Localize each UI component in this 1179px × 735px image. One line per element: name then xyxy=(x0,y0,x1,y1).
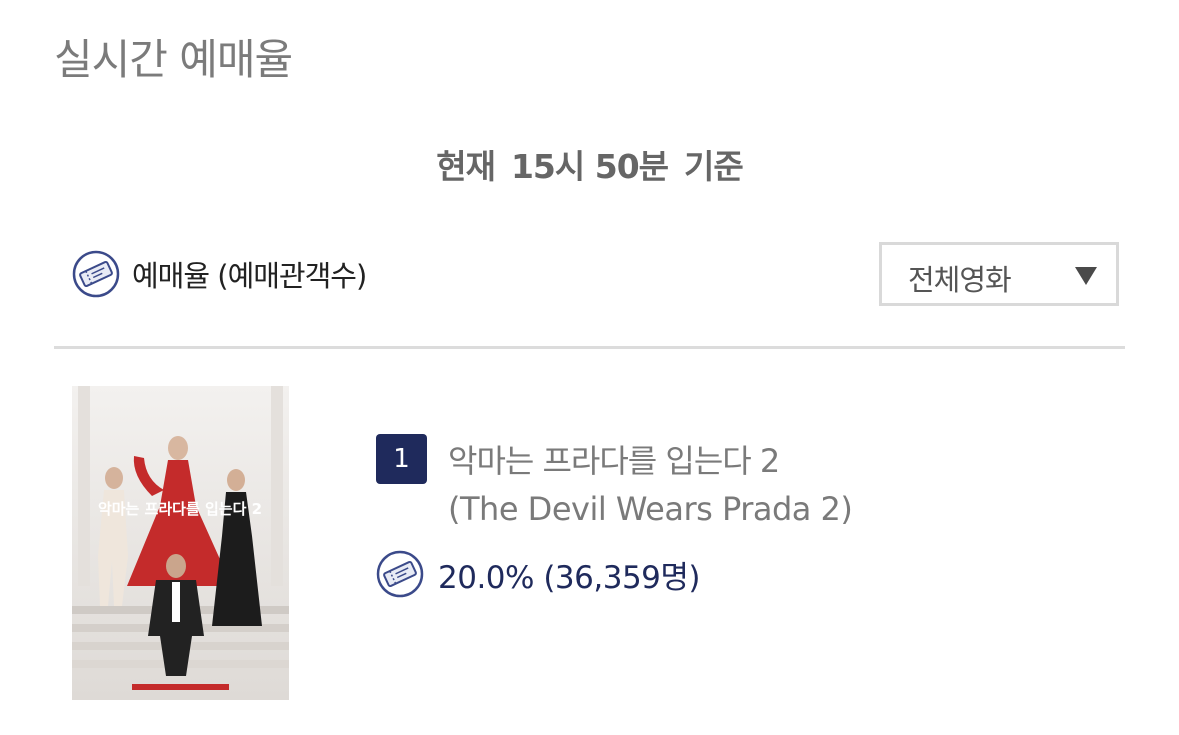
divider xyxy=(54,346,1125,349)
poster-title: 악마는 프라다를 입는다 2 xyxy=(98,500,262,518)
movie-filter-select[interactable]: 전체영화 xyxy=(879,242,1119,306)
ticket-icon xyxy=(376,550,424,598)
rank-badge: 1 xyxy=(376,434,427,484)
metric-header: 예매율 (예매관객수) xyxy=(72,250,367,298)
page: 실시간 예매율 현재 15시 50분 기준 예매율 (예매관객수) 전체영화 악… xyxy=(0,0,1179,735)
time-value: 15시 50분 xyxy=(510,147,669,186)
time-suffix: 기준 xyxy=(684,147,744,186)
caret-down-icon xyxy=(1074,265,1098,287)
movie-poster[interactable]: 악마는 프라다를 입는다 2 xyxy=(72,386,289,700)
movie-title-korean[interactable]: 악마는 프라다를 입는다 2 xyxy=(448,436,780,482)
reservation-rate-row: 20.0% (36,359명) xyxy=(376,550,701,598)
movie-filter-value: 전체영화 xyxy=(908,263,1012,297)
time-prefix: 현재 xyxy=(436,147,496,186)
movie-title-english[interactable]: (The Devil Wears Prada 2) xyxy=(448,490,853,528)
ticket-icon xyxy=(72,250,120,298)
reservation-rate: 20.0% (36,359명) xyxy=(438,559,701,596)
reference-time: 현재 15시 50분 기준 xyxy=(0,140,1179,188)
metric-label: 예매율 (예매관객수) xyxy=(132,259,367,293)
page-title: 실시간 예매율 xyxy=(54,35,293,84)
